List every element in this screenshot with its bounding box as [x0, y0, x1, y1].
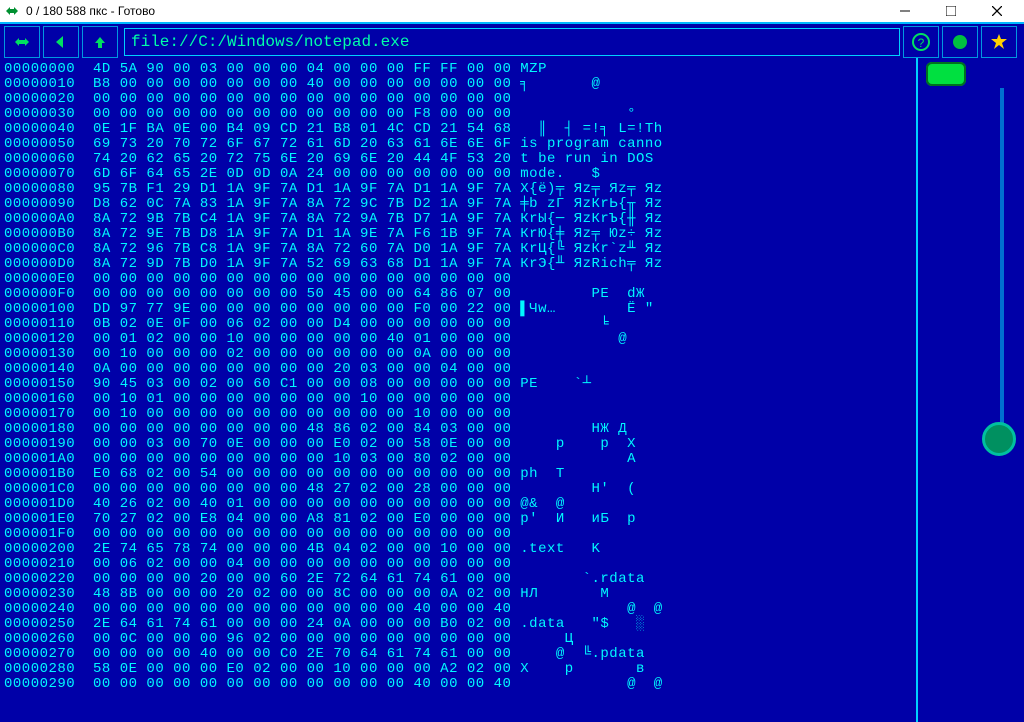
hex-row: 00000020 00 00 00 00 00 00 00 00 00 00 0…	[4, 92, 916, 107]
hex-row: 00000140 0A 00 00 00 00 00 00 00 00 20 0…	[4, 362, 916, 377]
hex-row: 00000060 74 20 62 65 20 72 75 6E 20 69 6…	[4, 152, 916, 167]
hex-row: 00000180 00 00 00 00 00 00 00 00 48 86 0…	[4, 422, 916, 437]
hex-row: 00000190 00 00 03 00 70 0E 00 00 00 E0 0…	[4, 437, 916, 452]
hex-row: 00000070 6D 6F 64 65 2E 0D 0D 0A 24 00 0…	[4, 167, 916, 182]
hex-viewer[interactable]: 00000000 4D 5A 90 00 03 00 00 00 04 00 0…	[0, 58, 916, 722]
hex-row: 00000240 00 00 00 00 00 00 00 00 00 00 0…	[4, 602, 916, 617]
hex-row: 00000290 00 00 00 00 00 00 00 00 00 00 0…	[4, 677, 916, 692]
home-button[interactable]	[4, 26, 40, 58]
hex-row: 00000160 00 10 01 00 00 00 00 00 00 00 1…	[4, 392, 916, 407]
hex-row: 00000150 90 45 03 00 02 00 60 C1 00 00 0…	[4, 377, 916, 392]
up-button[interactable]	[82, 26, 118, 58]
back-button[interactable]	[43, 26, 79, 58]
hex-row: 00000030 00 00 00 00 00 00 00 00 00 00 0…	[4, 107, 916, 122]
help-button[interactable]: ?	[903, 26, 939, 58]
close-button[interactable]	[974, 0, 1020, 22]
hex-row: 00000260 00 0C 00 00 00 96 02 00 00 00 0…	[4, 632, 916, 647]
hex-row: 00000100 DD 97 77 9E 00 00 00 00 00 00 0…	[4, 302, 916, 317]
hex-row: 00000280 58 0E 00 00 00 E0 02 00 00 10 0…	[4, 662, 916, 677]
svg-text:?: ?	[918, 36, 925, 50]
hex-row: 00000110 0B 02 0E 0F 00 06 02 00 00 D4 0…	[4, 317, 916, 332]
maximize-button[interactable]	[928, 0, 974, 22]
hex-row: 000000F0 00 00 00 00 00 00 00 00 50 45 0…	[4, 287, 916, 302]
status-indicator[interactable]	[942, 26, 978, 58]
hex-row: 00000200 2E 74 65 78 74 00 00 00 4B 04 0…	[4, 542, 916, 557]
hex-row: 00000000 4D 5A 90 00 03 00 00 00 04 00 0…	[4, 62, 916, 77]
hex-row: 000000B0 8A 72 9E 7B D8 1A 9F 7A D1 1A 9…	[4, 227, 916, 242]
hex-row: 00000270 00 00 00 00 40 00 00 C0 2E 70 6…	[4, 647, 916, 662]
app-icon	[4, 3, 20, 19]
hex-row: 000001D0 40 26 02 00 40 01 00 00 00 00 0…	[4, 497, 916, 512]
hex-row: 00000130 00 10 00 00 00 02 00 00 00 00 0…	[4, 347, 916, 362]
window-titlebar: 0 / 180 588 пкс - Готово	[0, 0, 1024, 22]
hex-row: 00000210 00 06 02 00 00 04 00 00 00 00 0…	[4, 557, 916, 572]
hex-row: 000000E0 00 00 00 00 00 00 00 00 00 00 0…	[4, 272, 916, 287]
toolbar: file://C:/Windows/notepad.exe ?	[0, 22, 1024, 62]
scrollbar-track[interactable]	[1000, 88, 1004, 452]
window-title: 0 / 180 588 пкс - Готово	[26, 4, 882, 18]
bookmark-button[interactable]	[981, 26, 1017, 58]
hex-row: 000000C0 8A 72 96 7B C8 1A 9F 7A 8A 72 6…	[4, 242, 916, 257]
hex-row: 000001A0 00 00 00 00 00 00 00 00 00 10 0…	[4, 452, 916, 467]
hex-row: 00000010 B8 00 00 00 00 00 00 00 40 00 0…	[4, 77, 916, 92]
hex-row: 00000170 00 10 00 00 00 00 00 00 00 00 0…	[4, 407, 916, 422]
hex-row: 000000A0 8A 72 9B 7B C4 1A 9F 7A 8A 72 9…	[4, 212, 916, 227]
hex-row: 00000090 D8 62 0C 7A 83 1A 9F 7A 8A 72 9…	[4, 197, 916, 212]
hex-row: 00000050 69 73 20 70 72 6F 67 72 61 6D 2…	[4, 137, 916, 152]
address-text: file://C:/Windows/notepad.exe	[131, 33, 409, 51]
hex-row: 00000220 00 00 00 00 20 00 00 60 2E 72 6…	[4, 572, 916, 587]
minimize-button[interactable]	[882, 0, 928, 22]
hex-row: 000001F0 00 00 00 00 00 00 00 00 00 00 0…	[4, 527, 916, 542]
hex-row: 00000080 95 7B F1 29 D1 1A 9F 7A D1 1A 9…	[4, 182, 916, 197]
hex-row: 000001E0 70 27 02 00 E8 04 00 00 A8 81 0…	[4, 512, 916, 527]
hex-row: 00000040 0E 1F BA 0E 00 B4 09 CD 21 B8 0…	[4, 122, 916, 137]
address-bar[interactable]: file://C:/Windows/notepad.exe	[124, 28, 900, 56]
hex-row: 000000D0 8A 72 9D 7B D0 1A 9F 7A 52 69 6…	[4, 257, 916, 272]
hex-row: 00000250 2E 64 61 74 61 00 00 00 24 0A 0…	[4, 617, 916, 632]
hex-row: 00000230 48 8B 00 00 00 20 02 00 00 8C 0…	[4, 587, 916, 602]
right-sidebar	[916, 58, 1024, 722]
hex-row: 000001B0 E0 68 02 00 54 00 00 00 00 00 0…	[4, 467, 916, 482]
hex-row: 00000120 00 01 02 00 00 10 00 00 00 00 0…	[4, 332, 916, 347]
hex-row: 000001C0 00 00 00 00 00 00 00 00 48 27 0…	[4, 482, 916, 497]
scrollbar-thumb[interactable]	[982, 422, 1016, 456]
load-indicator	[926, 62, 966, 86]
